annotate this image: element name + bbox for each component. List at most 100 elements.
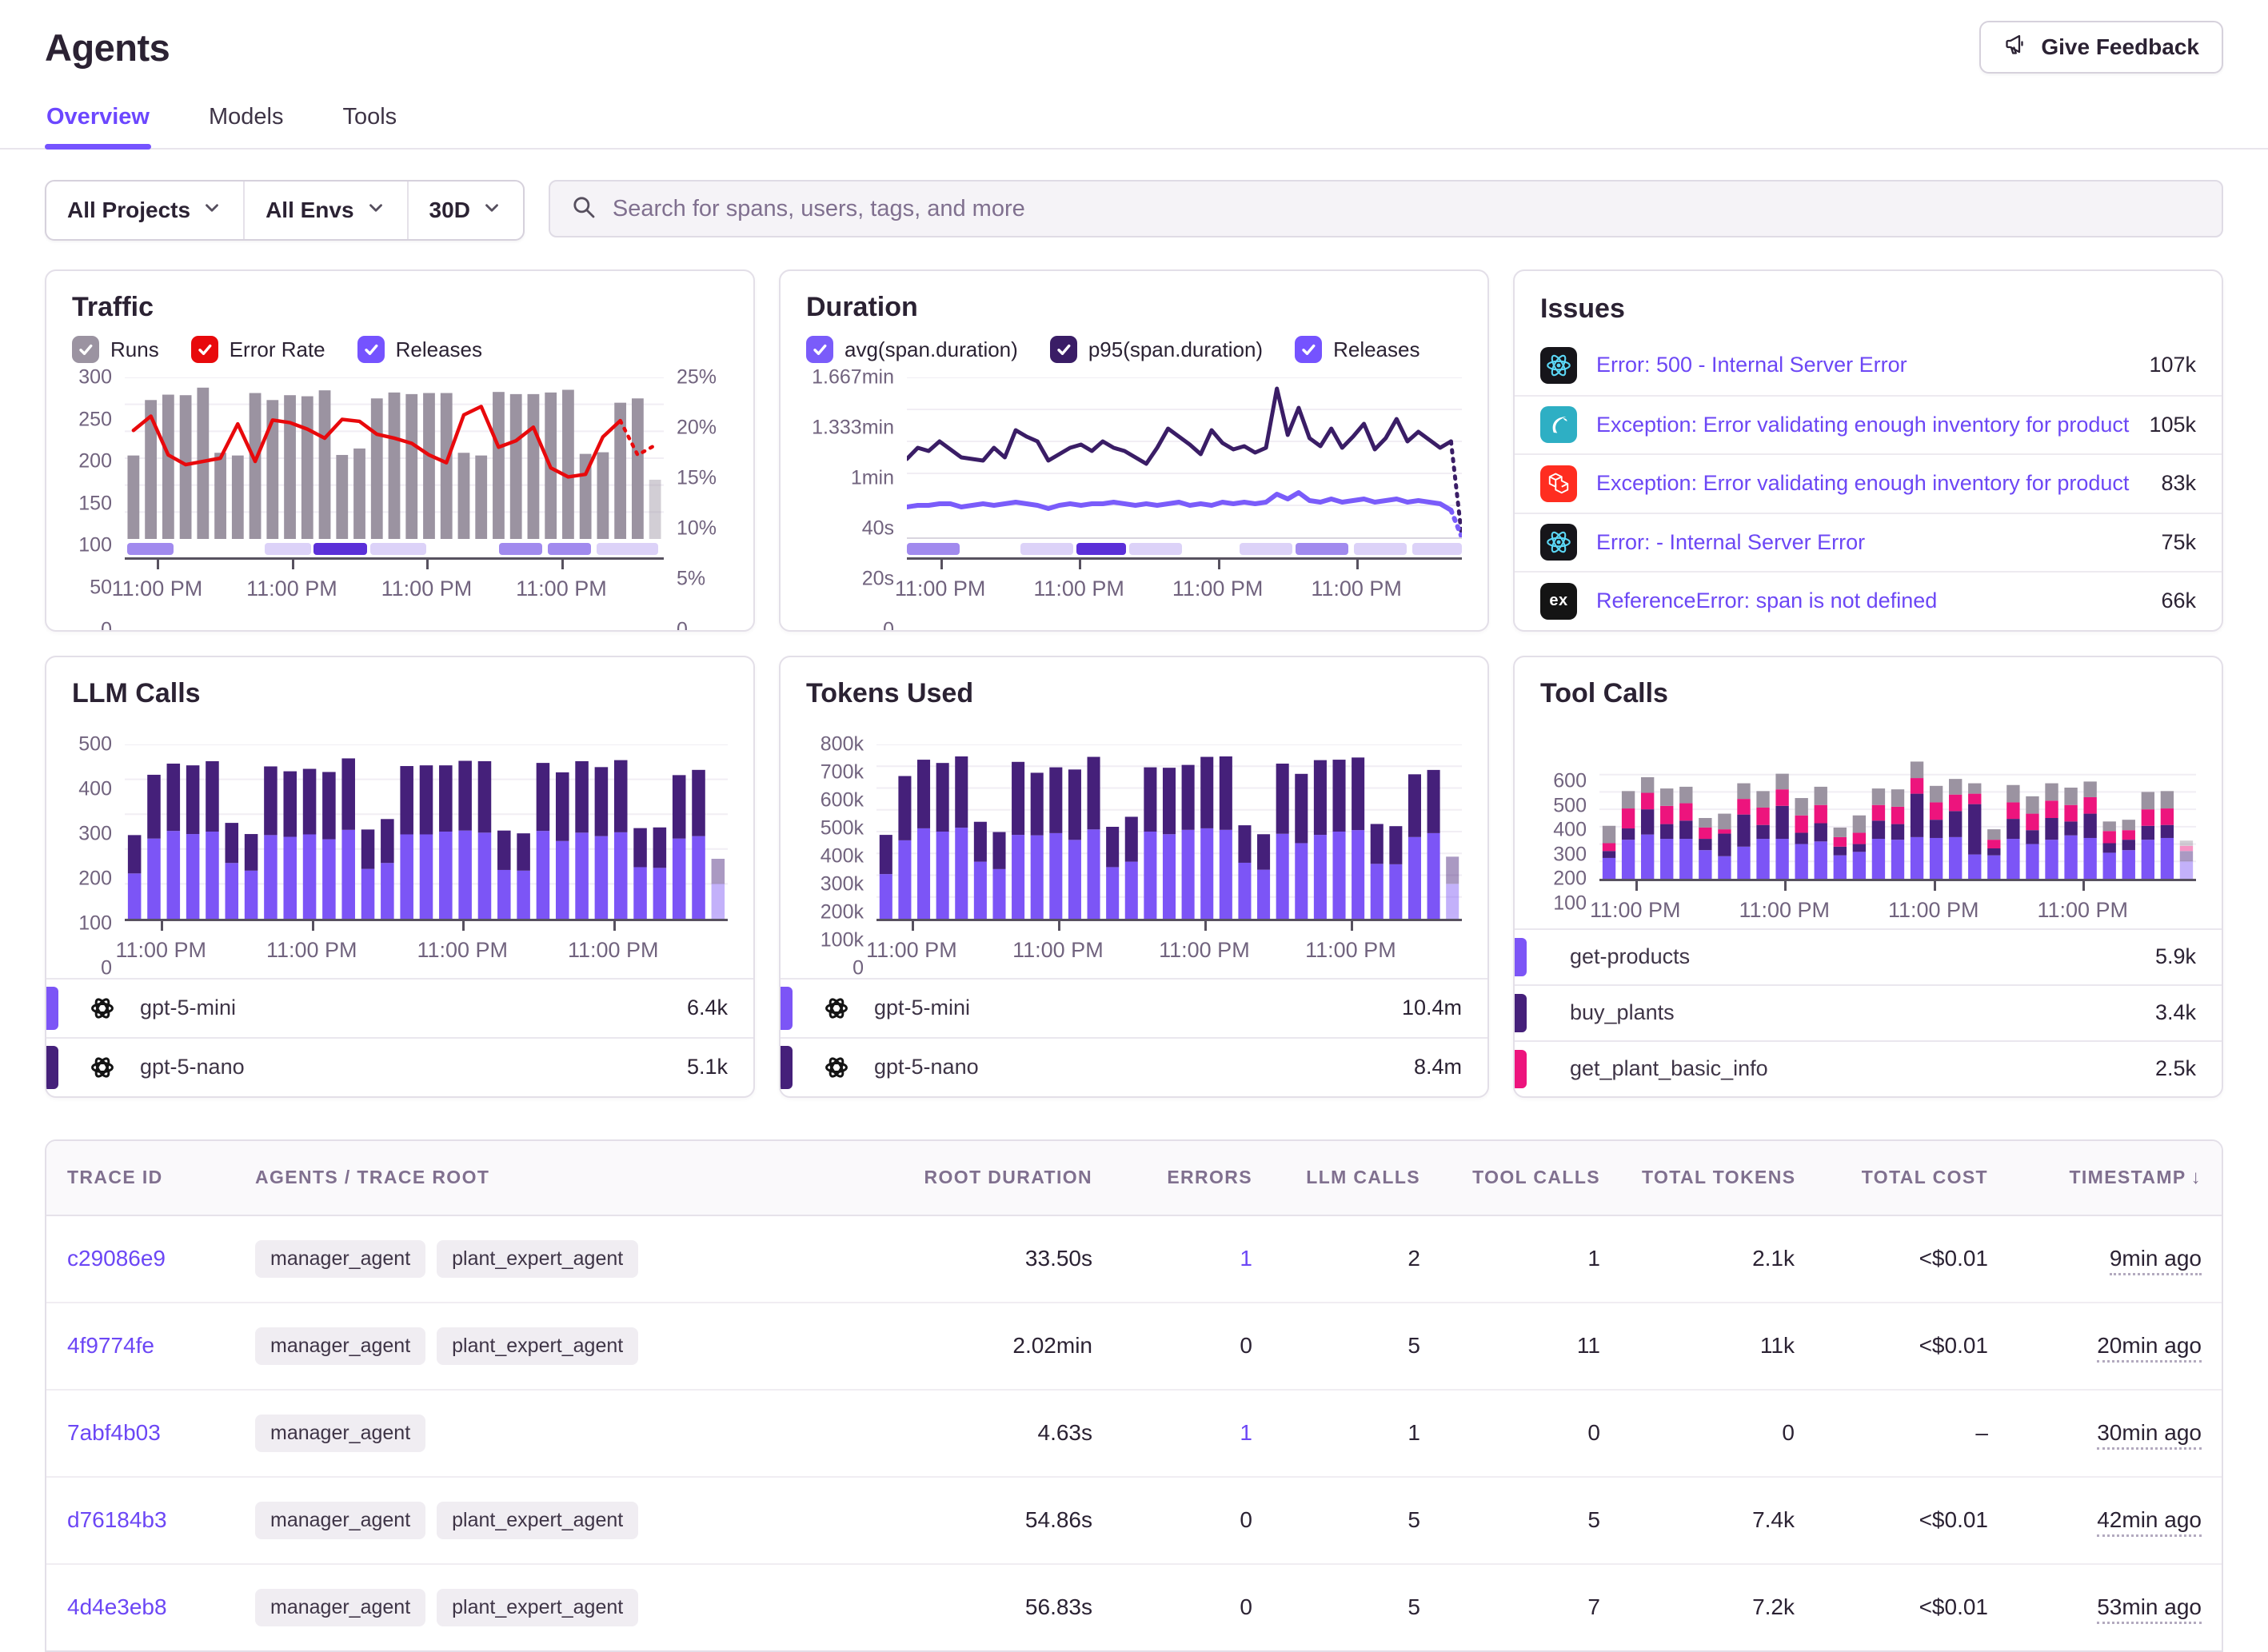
series-color-strip — [781, 987, 793, 1030]
y2-axis-labels: 05%10%15%20%25% — [664, 377, 728, 630]
legend-row-gpt-5-nano[interactable]: gpt-5-nano 5.1k — [46, 1037, 753, 1096]
col-tool-calls[interactable]: TOOL CALLS — [1441, 1141, 1621, 1215]
tokens-used-plot[interactable] — [876, 744, 1462, 919]
checkbox-icon — [1295, 336, 1322, 363]
timestamp-cell[interactable]: 9min ago — [2009, 1215, 2222, 1303]
openai-icon — [821, 1052, 852, 1083]
timestamp-cell[interactable]: 42min ago — [2009, 1477, 2222, 1564]
trace-id-link[interactable]: 7abf4b03 — [46, 1390, 234, 1477]
timestamp-cell[interactable]: 53min ago — [2009, 1564, 2222, 1650]
col-agents-trace-root[interactable]: AGENTS / TRACE ROOT — [234, 1141, 873, 1215]
duration-plot[interactable] — [907, 377, 1462, 539]
issue-row[interactable]: Error: - Internal Server Error 75k — [1515, 513, 2222, 572]
legend-avg-duration-checkbox[interactable]: avg(span.duration) — [806, 336, 1018, 363]
checkbox-icon — [72, 336, 99, 363]
legend-row-gpt-5-nano[interactable]: gpt-5-nano 8.4m — [781, 1037, 1487, 1096]
agents-cell: manager_agent — [234, 1390, 873, 1477]
legend-row-get-products[interactable]: get-products 5.9k — [1515, 928, 2222, 984]
tab-tools[interactable]: Tools — [341, 93, 398, 148]
errors-cell[interactable]: 0 — [1113, 1477, 1273, 1564]
chevron-down-icon — [481, 198, 502, 224]
search-bar[interactable] — [549, 180, 2223, 237]
trace-id-link[interactable]: 4d4e3eb8 — [46, 1564, 234, 1650]
charts-row-1: Traffic Runs Error Rate Releases 0501001… — [45, 269, 2223, 632]
errors-cell[interactable]: 1 — [1113, 1390, 1273, 1477]
traffic-plot[interactable] — [125, 377, 664, 539]
openai-icon — [821, 993, 852, 1024]
legend-error-rate-checkbox[interactable]: Error Rate — [191, 336, 325, 363]
search-input[interactable] — [611, 195, 2201, 223]
tool-calls-legend-list: get-products 5.9k buy_plants 3.4k get_pl… — [1515, 928, 2222, 1096]
tool-calls-plot[interactable] — [1599, 757, 2196, 879]
total-tokens-cell: 11k — [1621, 1303, 1815, 1390]
legend-row-get-plant-basic-info[interactable]: get_plant_basic_info 2.5k — [1515, 1040, 2222, 1096]
issue-count: 105k — [2149, 413, 2196, 437]
table-row[interactable]: 4f9774fe manager_agentplant_expert_agent… — [46, 1303, 2222, 1390]
release-track[interactable] — [907, 541, 1462, 557]
trace-id-link[interactable]: c29086e9 — [46, 1215, 234, 1303]
errors-cell[interactable]: 0 — [1113, 1564, 1273, 1650]
legend-row-buy-plants[interactable]: buy_plants 3.4k — [1515, 984, 2222, 1040]
legend-releases-checkbox[interactable]: Releases — [1295, 336, 1419, 363]
agent-chip: manager_agent — [255, 1327, 425, 1365]
col-root-duration[interactable]: ROOT DURATION — [873, 1141, 1113, 1215]
total-tokens-cell: 7.2k — [1621, 1564, 1815, 1650]
issue-row[interactable]: ex ReferenceError: span is not defined 6… — [1515, 571, 2222, 630]
traces-table: TRACE ID AGENTS / TRACE ROOT ROOT DURATI… — [45, 1139, 2223, 1652]
agents-cell: manager_agentplant_expert_agent — [234, 1564, 873, 1650]
issue-count: 66k — [2161, 589, 2196, 613]
col-trace-id[interactable]: TRACE ID — [46, 1141, 234, 1215]
col-llm-calls[interactable]: LLM CALLS — [1273, 1141, 1441, 1215]
timestamp-cell[interactable]: 30min ago — [2009, 1390, 2222, 1477]
table-row[interactable]: 7abf4b03 manager_agent 4.63s 1 1 0 0 – 3… — [46, 1390, 2222, 1477]
total-cost-cell: – — [1815, 1390, 2009, 1477]
col-timestamp[interactable]: TIMESTAMP↓ — [2009, 1141, 2222, 1215]
issue-row[interactable]: Exception: Error validating enough inven… — [1515, 395, 2222, 454]
issue-row[interactable]: Exception: Error validating enough inven… — [1515, 453, 2222, 513]
llm-calls-plot[interactable] — [125, 744, 728, 919]
table-row[interactable]: c29086e9 manager_agentplant_expert_agent… — [46, 1215, 2222, 1303]
timestamp-cell[interactable]: 20min ago — [2009, 1303, 2222, 1390]
total-tokens-cell: 7.4k — [1621, 1477, 1815, 1564]
legend-releases-checkbox[interactable]: Releases — [357, 336, 482, 363]
trace-id-link[interactable]: 4f9774fe — [46, 1303, 234, 1390]
projects-filter[interactable]: All Projects — [46, 182, 245, 239]
legend-p95-duration-checkbox[interactable]: p95(span.duration) — [1050, 336, 1263, 363]
openai-icon — [87, 1052, 118, 1083]
legend-row-gpt-5-mini[interactable]: gpt-5-mini 6.4k — [46, 978, 753, 1037]
tool-calls-cell: 11 — [1441, 1303, 1621, 1390]
express-icon: ex — [1540, 583, 1577, 620]
issue-row[interactable]: Error: 500 - Internal Server Error 107k — [1515, 336, 2222, 395]
llm-calls-legend-list: gpt-5-mini 6.4k gpt-5-nano 5.1k — [46, 978, 753, 1096]
tool-calls-cell: 0 — [1441, 1390, 1621, 1477]
give-feedback-button[interactable]: Give Feedback — [1979, 21, 2223, 74]
release-track[interactable] — [125, 541, 664, 557]
x-axis-labels: 11:00 PM11:00 PM11:00 PM11:00 PM — [125, 932, 728, 968]
page-header: Agents Give Feedback — [45, 0, 2223, 74]
envs-filter[interactable]: All Envs — [245, 182, 408, 239]
errors-cell[interactable]: 1 — [1113, 1215, 1273, 1303]
table-row[interactable]: d76184b3 manager_agentplant_expert_agent… — [46, 1477, 2222, 1564]
col-total-cost[interactable]: TOTAL COST — [1815, 1141, 2009, 1215]
tab-overview[interactable]: Overview — [45, 93, 151, 148]
date-range-filter[interactable]: 30D — [409, 182, 523, 239]
errors-cell[interactable]: 0 — [1113, 1303, 1273, 1390]
tab-models[interactable]: Models — [207, 93, 285, 148]
legend-runs-checkbox[interactable]: Runs — [72, 336, 159, 363]
tab-bar: Overview Models Tools — [0, 93, 2268, 150]
table-row[interactable]: 4d4e3eb8 manager_agentplant_expert_agent… — [46, 1564, 2222, 1650]
tokens-used-card: Tokens Used 0100k200k300k400k500k600k700… — [779, 656, 1489, 1098]
agent-chip: manager_agent — [255, 1240, 425, 1278]
legend-row-gpt-5-mini[interactable]: gpt-5-mini 10.4m — [781, 978, 1487, 1037]
col-errors[interactable]: ERRORS — [1113, 1141, 1273, 1215]
total-cost-cell: <$0.01 — [1815, 1477, 2009, 1564]
filter-segmented-control: All Projects All Envs 30D — [45, 180, 525, 241]
flask-icon — [1540, 406, 1577, 443]
trace-id-link[interactable]: d76184b3 — [46, 1477, 234, 1564]
col-total-tokens[interactable]: TOTAL TOKENS — [1621, 1141, 1815, 1215]
traffic-card: Traffic Runs Error Rate Releases 0501001… — [45, 269, 755, 632]
llm-calls-cell: 1 — [1273, 1390, 1441, 1477]
agent-chip: manager_agent — [255, 1502, 425, 1539]
agents-dashboard: Agents Give Feedback Overview Models Too… — [0, 0, 2268, 1652]
sort-desc-icon: ↓ — [2191, 1167, 2202, 1188]
